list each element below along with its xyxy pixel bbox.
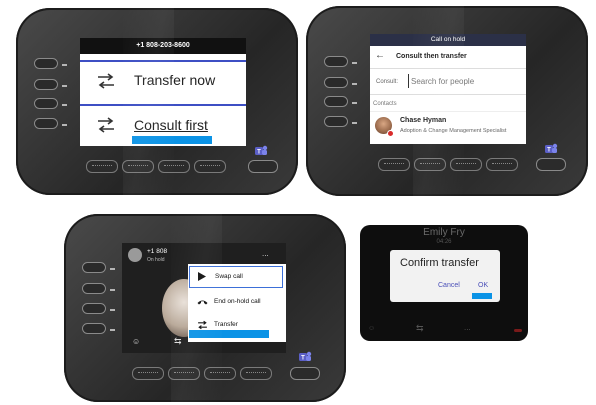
soft-key-4[interactable] (194, 160, 226, 173)
contact-row[interactable]: Chase Hyman Adoption & Change Management… (370, 114, 526, 140)
call-timer: 04:26 (436, 239, 452, 245)
hangup-icon (197, 300, 208, 305)
soft-key-1[interactable] (132, 367, 164, 380)
transfer-now-option[interactable]: Transfer now (80, 62, 246, 100)
phone-panel-2: Call on hold ← Consult then transfer Con… (306, 6, 588, 196)
transfer-bottom-icon[interactable]: ⇆ (174, 336, 182, 347)
contact-title: Adoption & Change Management Specialist (400, 128, 507, 134)
soft-key-1[interactable] (86, 160, 118, 173)
transfer-bottom-icon[interactable]: ⇆ (416, 323, 424, 334)
svg-text:T: T (257, 150, 261, 156)
transfer-arrows-icon (198, 320, 207, 330)
menu-item-swap-call[interactable]: Swap call (189, 266, 283, 288)
line-key-1[interactable] (34, 58, 58, 69)
consult-first-option[interactable]: Consult first (80, 108, 246, 146)
contact-name: Chase Hyman (400, 117, 447, 124)
confirm-transfer-dialog: Confirm transfer Cancel OK (390, 250, 500, 302)
soft-key-2[interactable] (122, 160, 154, 173)
presence-dot (387, 130, 394, 137)
background-video (162, 279, 206, 337)
soft-key-2[interactable] (168, 367, 200, 380)
highlight-bar (132, 136, 212, 144)
teams-icon[interactable]: T (254, 144, 268, 157)
line-key-3[interactable] (82, 303, 106, 314)
cancel-button[interactable]: Cancel (438, 282, 460, 289)
caller-name: Emily Fry (423, 227, 465, 238)
line-key-1[interactable] (324, 56, 348, 67)
back-arrow-icon[interactable]: ← (375, 50, 385, 61)
play-icon (198, 272, 206, 281)
line-key-1[interactable] (82, 262, 106, 273)
people-icon[interactable]: ☺ (132, 337, 140, 346)
dialog-title: Confirm transfer (400, 257, 479, 269)
line-key-2[interactable] (324, 77, 348, 88)
teams-key[interactable] (536, 158, 566, 171)
consult-label: Consult: (376, 79, 399, 85)
more-options-icon[interactable]: ... (464, 323, 471, 332)
transfer-arrows-icon (98, 117, 114, 133)
more-options-icon[interactable]: ... (262, 249, 269, 258)
ok-button[interactable]: OK (478, 282, 488, 289)
contacts-label: Contacts (373, 101, 397, 107)
line-key-3[interactable] (34, 98, 58, 109)
soft-key-3[interactable] (158, 160, 190, 173)
soft-key-1[interactable] (378, 158, 410, 171)
call-status-bar: Call on hold (370, 34, 526, 46)
highlight-bar (189, 330, 269, 338)
call-options-menu: Swap call End on-hold call Transfer (188, 264, 286, 342)
end-call-indicator (514, 329, 522, 332)
soft-key-2[interactable] (414, 158, 446, 171)
page-title: Consult then transfer (396, 53, 467, 60)
line-key-2[interactable] (82, 283, 106, 294)
people-icon[interactable]: ☺ (368, 325, 375, 332)
svg-text:T: T (547, 148, 551, 154)
phone-panel-1: +1 808-203-8600 Transfer now Consult fir… (16, 8, 298, 195)
teams-icon[interactable]: T (298, 350, 312, 363)
svg-text:T: T (301, 356, 305, 362)
soft-key-4[interactable] (486, 158, 518, 171)
line-key-4[interactable] (324, 116, 348, 127)
soft-key-4[interactable] (240, 367, 272, 380)
teams-key[interactable] (290, 367, 320, 380)
phone-screen-2: Call on hold ← Consult then transfer Con… (370, 34, 526, 144)
phone-panel-3: +1 808 On hold ... ☺ ⇆ Swap call End on-… (64, 214, 346, 402)
teams-key[interactable] (248, 160, 278, 173)
phone-screen-4: Emily Fry 04:26 Confirm transfer Cancel … (360, 225, 528, 341)
line-key-3[interactable] (324, 96, 348, 107)
line-key-4[interactable] (34, 118, 58, 129)
phone-screen-3: +1 808 On hold ... ☺ ⇆ Swap call End on-… (122, 243, 286, 353)
caller-number: +1 808 (147, 248, 168, 255)
phone-screen-1: +1 808-203-8600 Transfer now Consult fir… (80, 38, 246, 146)
menu-item-end-on-hold-call[interactable]: End on-hold call (189, 292, 283, 312)
teams-icon[interactable]: T (544, 142, 558, 155)
transfer-arrows-icon (98, 73, 114, 89)
search-input[interactable]: Search for people (408, 74, 521, 88)
line-key-4[interactable] (82, 323, 106, 334)
caller-number-header: +1 808-203-8600 (80, 38, 246, 54)
caller-status: On hold (147, 257, 165, 263)
soft-key-3[interactable] (204, 367, 236, 380)
line-key-2[interactable] (34, 79, 58, 90)
soft-key-3[interactable] (450, 158, 482, 171)
highlight-bar (472, 293, 492, 299)
caller-avatar (128, 248, 142, 262)
